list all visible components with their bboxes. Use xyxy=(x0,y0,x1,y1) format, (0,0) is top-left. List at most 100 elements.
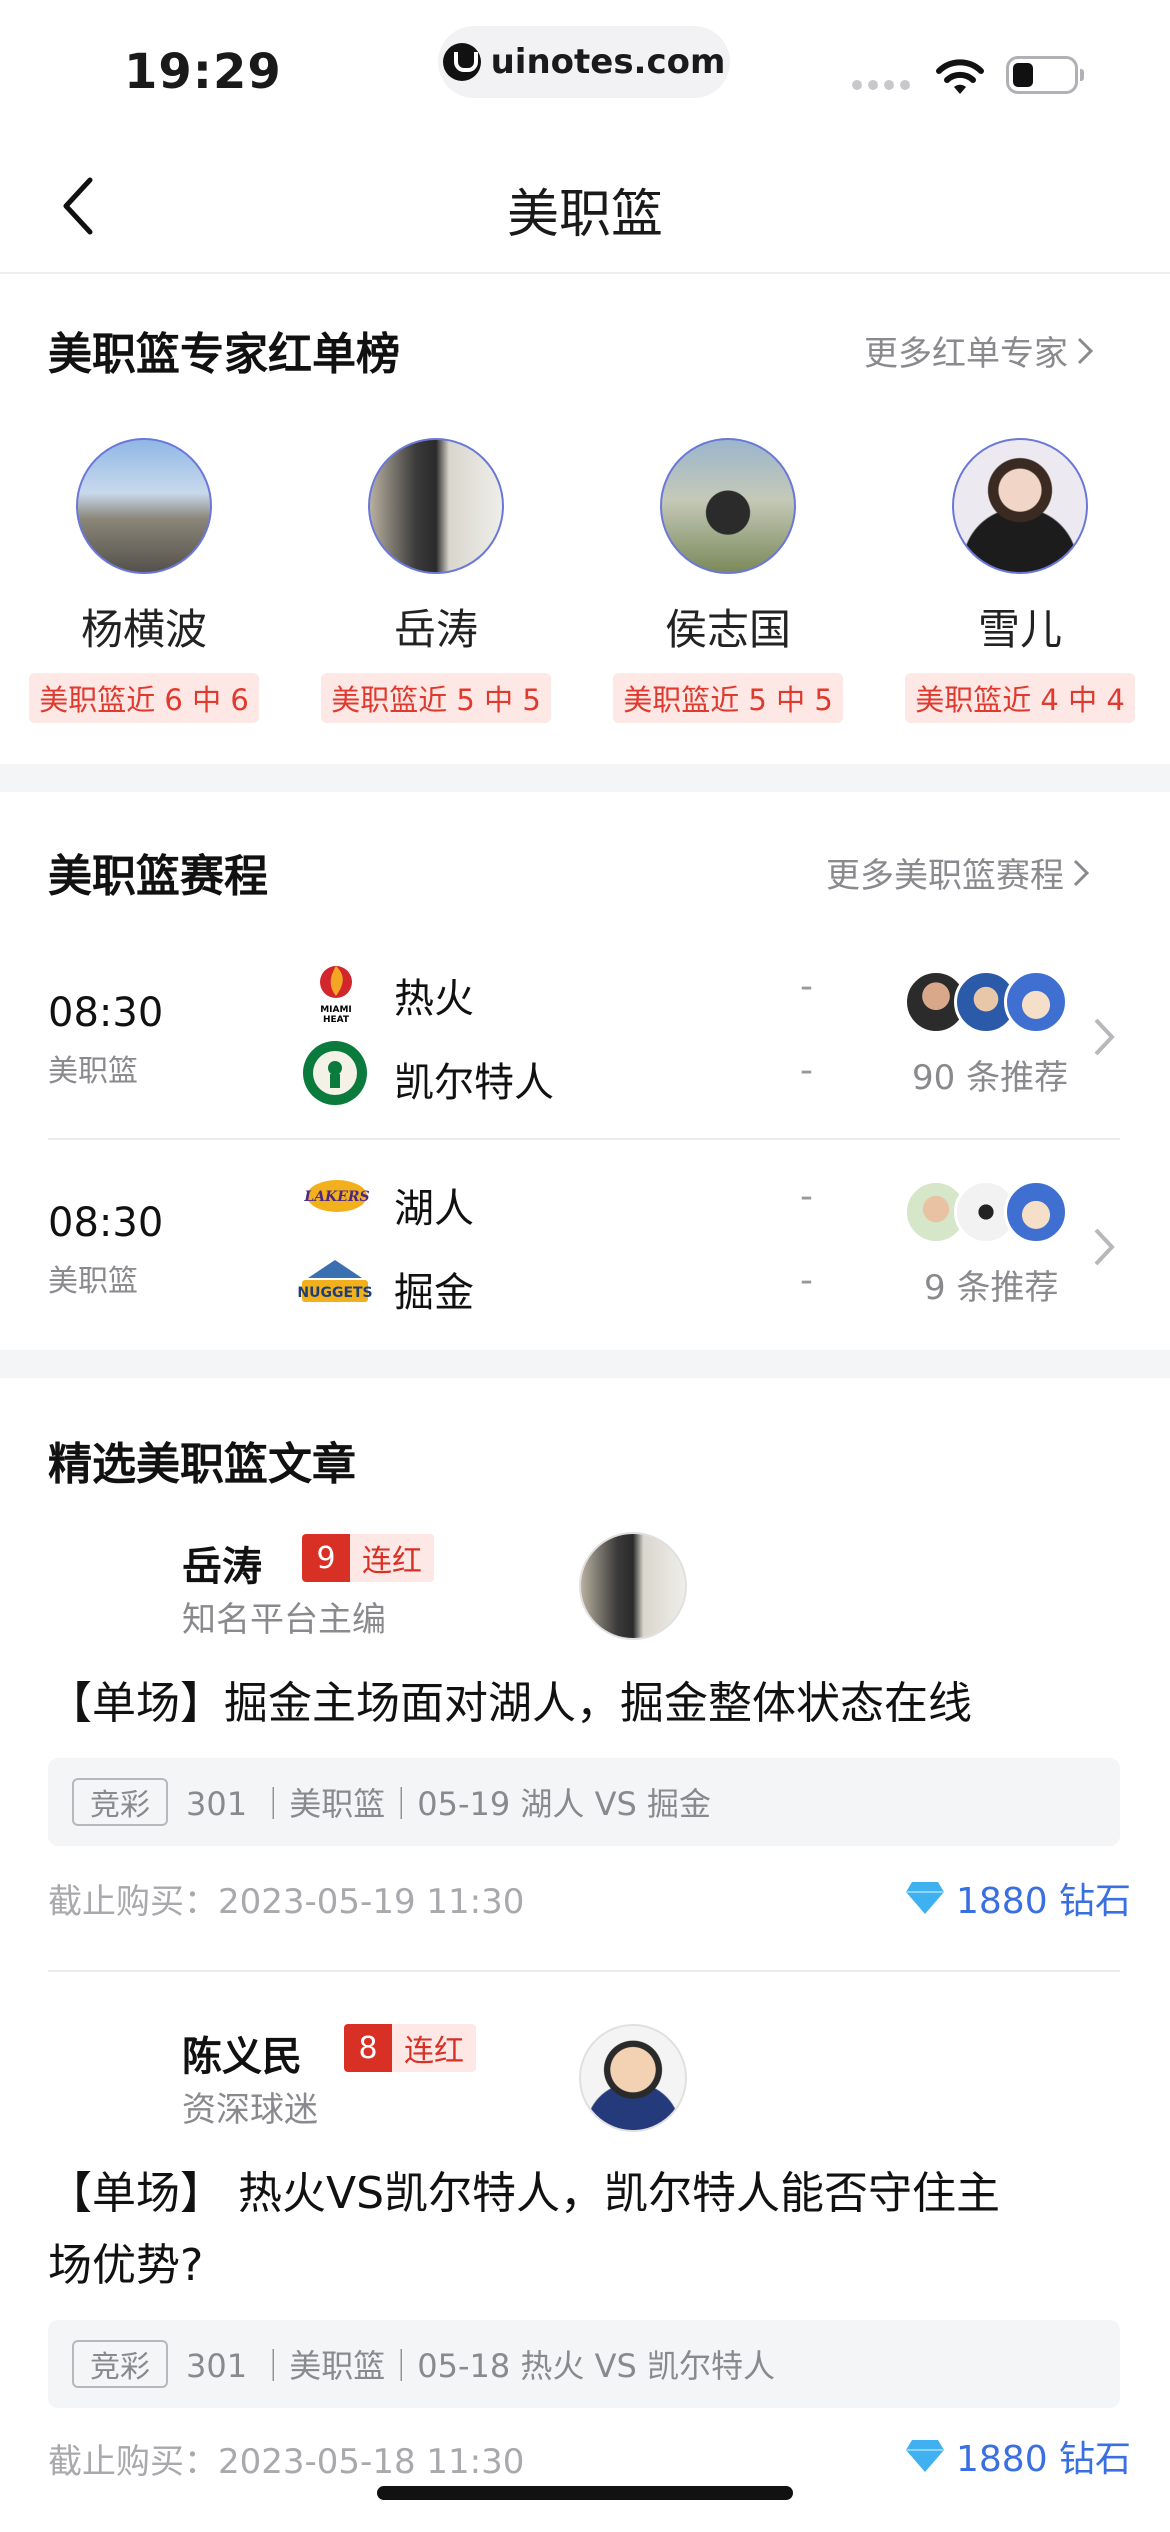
match-row[interactable]: 08:30 美职篮 MIAMI HEAT 热火 - 凯尔特人 - 90 条推荐 xyxy=(0,950,1170,1136)
streak-badge: 8 连红 xyxy=(344,2024,476,2072)
avatar xyxy=(952,438,1088,574)
away-team-name: 凯尔特人 xyxy=(394,1060,554,1106)
section-divider xyxy=(0,1350,1170,1378)
expert-card[interactable]: 雪儿 美职篮近 4 中 4 xyxy=(904,438,1136,723)
section-divider xyxy=(0,764,1170,792)
match-row[interactable]: 08:30 美职篮 LAKERS 湖人 - NUGGETS 掘金 - 9 条推荐 xyxy=(0,1160,1170,1346)
recommend-count: 9 条推荐 xyxy=(924,1268,1059,1308)
site-logo-icon xyxy=(442,43,481,81)
article-title-line2: 场优势? xyxy=(48,2240,204,2291)
row-divider xyxy=(48,1970,1120,1972)
lottery-tag: 竞彩 xyxy=(72,1778,168,1826)
heat-logo-icon: MIAMI HEAT xyxy=(320,966,352,1025)
avatar xyxy=(1004,970,1068,1034)
more-experts-label: 更多红单专家 xyxy=(864,334,1068,374)
purchase-deadline: 截止购买：2023-05-18 11:30 xyxy=(48,2442,525,2482)
wifi-icon xyxy=(936,59,984,94)
match-time: 08:30 xyxy=(48,990,164,1036)
price: 1880 钻石 xyxy=(904,2430,1131,2482)
diamond-icon xyxy=(906,2440,944,2472)
avatar xyxy=(368,438,504,574)
expert-card[interactable]: 杨横波 美职篮近 6 中 6 xyxy=(28,438,260,723)
avatar xyxy=(660,438,796,574)
more-schedule-label: 更多美职篮赛程 xyxy=(826,856,1064,896)
expert-card[interactable]: 岳涛 美职篮近 5 中 5 xyxy=(320,438,552,723)
home-team-name: 湖人 xyxy=(394,1186,474,1232)
avatar xyxy=(1004,1180,1068,1244)
streak-count: 9 xyxy=(302,1534,350,1582)
price-value: 1880 钻石 xyxy=(956,2439,1132,2480)
chevron-right-icon xyxy=(1094,1228,1115,1266)
away-score: - xyxy=(800,1260,813,1301)
price: 1880 钻石 xyxy=(904,1872,1131,1924)
svg-text:NUGGETS: NUGGETS xyxy=(298,1285,372,1301)
home-score: - xyxy=(800,966,813,1007)
streak-label: 连红 xyxy=(350,1534,434,1582)
more-experts-link[interactable]: 更多红单专家 xyxy=(864,326,1094,375)
home-indicator[interactable] xyxy=(377,2486,793,2500)
recommender-avatars xyxy=(904,970,1084,1040)
url-pill[interactable]: uinotes.com xyxy=(438,26,730,98)
chevron-right-icon xyxy=(1073,859,1090,886)
match-info: 301 ｜美职篮｜05-18 热火 VS 凯尔特人 xyxy=(186,2347,775,2385)
article-card[interactable]: 陈义民 8 连红 资深球迷 【单场】 热火VS凯尔特人，凯尔特人能否守住主 场优… xyxy=(0,2010,1170,2482)
page-title: 美职篮 xyxy=(506,185,663,245)
streak-count: 8 xyxy=(344,2024,392,2072)
chevron-right-icon xyxy=(1094,1018,1115,1056)
match-info-box: 竞彩 301 ｜美职篮｜05-18 热火 VS 凯尔特人 xyxy=(48,2320,1120,2408)
status-time: 19:29 xyxy=(124,44,282,100)
recommend-count: 90 条推荐 xyxy=(912,1058,1069,1098)
article-title-line1: 【单场】 热火VS凯尔特人，凯尔特人能否守住主 xyxy=(48,2168,1001,2219)
lottery-tag: 竞彩 xyxy=(72,2340,168,2388)
diamond-icon xyxy=(906,1882,944,1914)
more-schedule-link[interactable]: 更多美职篮赛程 xyxy=(826,848,1090,897)
purchase-deadline: 截止购买：2023-05-19 11:30 xyxy=(48,1882,525,1922)
match-time: 08:30 xyxy=(48,1200,164,1246)
article-card[interactable]: 岳涛 9 连红 知名平台主编 【单场】掘金主场面对湖人，掘金整体状态在线 竞彩 … xyxy=(0,1520,1170,1940)
svg-text:HEAT: HEAT xyxy=(323,1015,350,1025)
author-role: 资深球迷 xyxy=(182,2090,318,2130)
battery-icon xyxy=(1006,56,1084,94)
expert-badge: 美职篮近 6 中 6 xyxy=(29,673,259,723)
experts-section-title: 美职篮专家红单榜 xyxy=(48,329,400,380)
expert-name: 岳涛 xyxy=(393,605,478,654)
expert-name: 雪儿 xyxy=(977,605,1062,654)
match-info-box: 竞彩 301 ｜美职篮｜05-19 湖人 VS 掘金 xyxy=(48,1758,1120,1846)
expert-name: 侯志国 xyxy=(664,605,791,654)
expert-badge: 美职篮近 4 中 4 xyxy=(905,673,1135,723)
author-avatar xyxy=(579,2024,687,2132)
nav-divider xyxy=(0,272,1170,274)
match-league: 美职篮 xyxy=(48,1264,138,1299)
schedule-section-title: 美职篮赛程 xyxy=(48,851,268,902)
author-name: 陈义民 xyxy=(182,2034,302,2080)
row-divider xyxy=(48,1138,1120,1140)
svg-text:LAKERS: LAKERS xyxy=(303,1189,369,1205)
articles-section-title: 精选美职篮文章 xyxy=(48,1439,356,1490)
expert-badge: 美职篮近 5 中 5 xyxy=(321,673,551,723)
article-title: 【单场】掘金主场面对湖人，掘金整体状态在线 xyxy=(48,1678,972,1729)
match-league: 美职篮 xyxy=(48,1054,138,1089)
celtics-logo-icon xyxy=(303,1041,367,1105)
author-role: 知名平台主编 xyxy=(182,1600,386,1640)
price-value: 1880 钻石 xyxy=(956,1881,1132,1922)
expert-card[interactable]: 侯志国 美职篮近 5 中 5 xyxy=(612,438,844,723)
home-team-name: 热火 xyxy=(394,976,474,1022)
streak-label: 连红 xyxy=(392,2024,476,2072)
chevron-right-icon xyxy=(1077,337,1094,364)
url-text: uinotes.com xyxy=(490,42,726,82)
nuggets-logo-icon: NUGGETS xyxy=(298,1260,372,1302)
recommender-avatars xyxy=(904,1180,1084,1250)
away-score: - xyxy=(800,1050,813,1091)
author-name: 岳涛 xyxy=(182,1544,262,1590)
away-team-name: 掘金 xyxy=(394,1270,474,1316)
expert-badge: 美职篮近 5 中 5 xyxy=(613,673,843,723)
lakers-logo-icon: LAKERS xyxy=(303,1180,370,1212)
svg-text:MIAMI: MIAMI xyxy=(320,1005,352,1015)
signal-icon xyxy=(852,80,910,90)
match-info: 301 ｜美职篮｜05-19 湖人 VS 掘金 xyxy=(186,1785,711,1823)
streak-badge: 9 连红 xyxy=(302,1534,434,1582)
author-avatar xyxy=(579,1532,687,1640)
home-score: - xyxy=(800,1176,813,1217)
expert-name: 杨横波 xyxy=(80,605,207,654)
avatar xyxy=(76,438,212,574)
